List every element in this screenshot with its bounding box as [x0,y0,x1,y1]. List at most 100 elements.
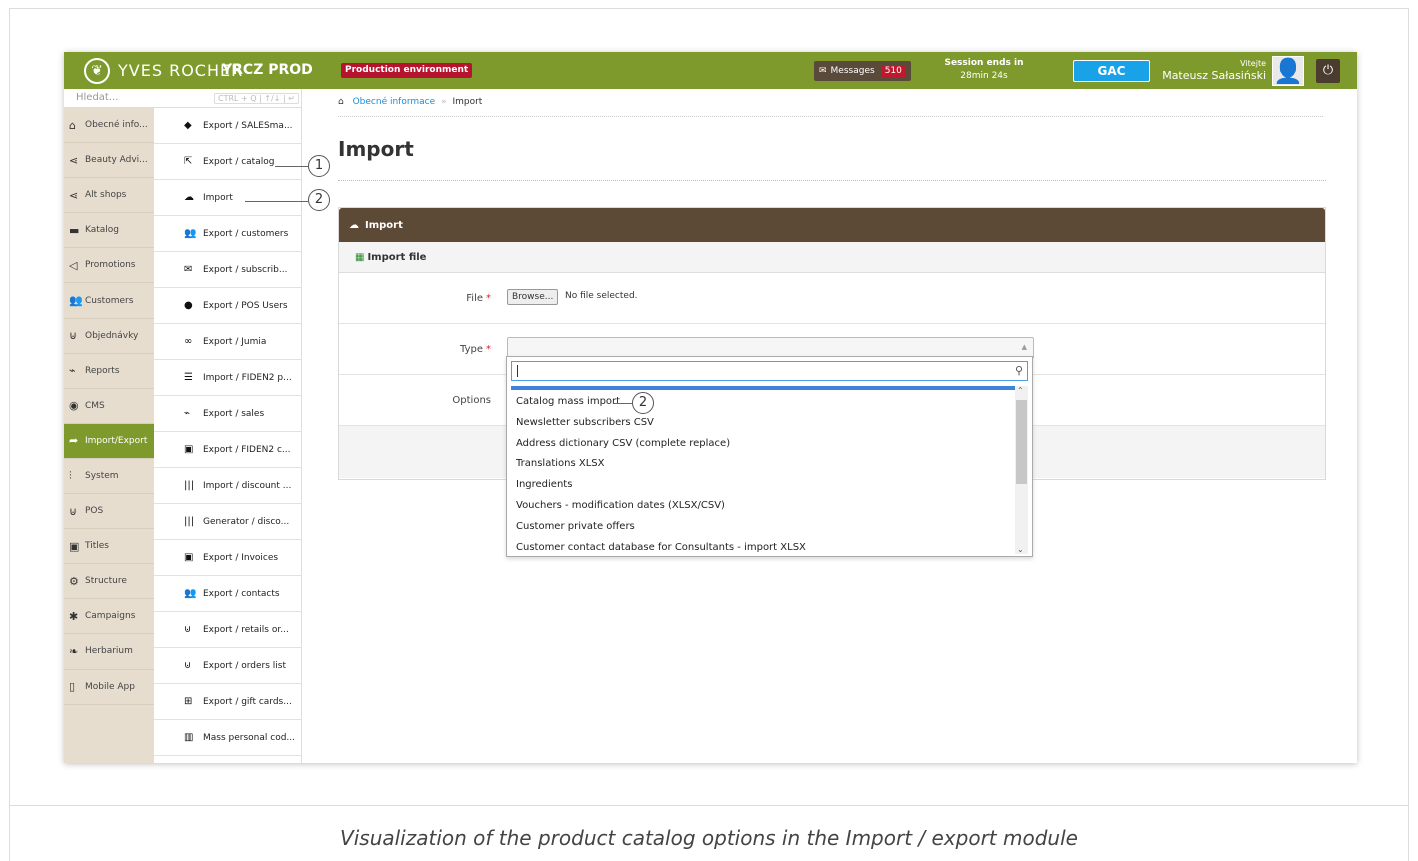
sidebar-item-import-export[interactable]: ➦ Import/Export [64,423,154,459]
gac-button[interactable]: GAC [1073,60,1150,82]
sidebar-item-titles[interactable]: ▣ Titles [64,529,154,565]
sidebar-item-label: System [85,470,119,481]
sidebar-item-promotions[interactable]: ◁ Promotions [64,248,154,284]
scrollbar-thumb[interactable] [1016,400,1027,484]
submenu-item-export-customers[interactable]: 👥 Export / customers [154,216,302,252]
file-label: File * [466,293,491,304]
text-cursor [517,365,518,377]
chevron-down-icon[interactable]: ⌄ [1017,545,1024,554]
submenu-item-export-invoices[interactable]: ▣ Export / Invoices [154,540,302,576]
envelope-icon: ✉ [819,66,827,76]
sidebar-item-herbarium[interactable]: ❧ Herbarium [64,634,154,670]
submenu-item-export-sales[interactable]: ⌁ Export / sales [154,396,302,432]
browse-button[interactable]: Browse... [507,289,559,305]
dropdown-search-input[interactable]: ⚲ [511,361,1028,381]
megaphone-icon: ◁ [69,258,78,272]
submenu-item-label: Export / FIDEN2 c... [203,444,291,455]
avatar[interactable]: 👤 [1272,56,1304,86]
submenu-item-export-jumia[interactable]: ∞ Export / Jumia [154,324,302,360]
breadcrumb-separator: » [441,97,447,107]
sidebar-item-alt-shops[interactable]: ⋖ Alt shops [64,178,154,214]
sidebar-item-beauty-advi[interactable]: ⋖ Beauty Advi... [64,143,154,179]
submenu-item-label: Export / sales [203,408,265,419]
breadcrumb-link-general-info[interactable]: Obecné informace [353,97,436,107]
user-info[interactable]: Vitejte Mateusz Sałasiński [1162,58,1266,82]
callout-line [245,201,308,202]
submenu-item-export-catalog[interactable]: ⇱ Export / catalog [154,144,302,180]
messages-button[interactable]: ✉ Messages 510 [814,61,911,81]
cloud-upload-icon: ☁ [349,219,359,231]
submenu-item-mass-personal-cod[interactable]: ▥ Mass personal cod... [154,720,302,756]
submenu-item-label: Export / customers [203,228,289,239]
chevron-up-icon[interactable]: ⌃ [1017,386,1024,395]
submenu-item-export-retails-or[interactable]: ⊍ Export / retails or... [154,612,302,648]
sidebar-item-katalog[interactable]: ▬ Katalog [64,213,154,249]
dropdown-option[interactable]: Vouchers - modification dates (XLSX/CSV) [511,496,1016,517]
cart-icon: ⊍ [69,329,78,343]
sidebar-item-system[interactable]: ⫶ System [64,459,154,495]
submenu-search-bar[interactable]: CTRL + Q | ↑/↓ | ↵ [154,89,301,108]
submenu-item-export-gift-cards[interactable]: ⊞ Export / gift cards... [154,684,302,720]
primary-sidebar: Hledat... ⌂ Obecné info... ⋖ Beauty Advi...… [64,89,154,763]
submenu-item-import-discount[interactable]: ||| Import / discount ... [154,468,302,504]
dropdown-scrollbar[interactable]: ⌃ ⌄ [1015,386,1028,554]
submenu-item-import[interactable]: ☁ Import [154,180,302,216]
session-time: 28min 24s [960,71,1008,81]
no-file-text: No file selected. [565,291,638,301]
messages-count-badge: 510 [880,65,906,77]
submenu-item-generator-disco[interactable]: ||| Generator / disco... [154,504,302,540]
sidebar-search[interactable]: Hledat... [64,89,154,108]
globe-icon: ◉ [69,399,79,413]
power-icon[interactable]: ⏻ [1316,59,1340,83]
submenu-item-export-pos-users[interactable]: ● Export / POS Users [154,288,302,324]
top-bar: ❦ YVES ROCHER YRCZ PROD Production envir… [64,52,1357,89]
sidebar-item-label: Beauty Advi... [85,155,148,166]
submenu-item-import-fiden2-p[interactable]: ☰ Import / FIDEN2 p... [154,360,302,396]
sidebar-item-pos[interactable]: ⊍ POS [64,494,154,530]
home-icon[interactable]: ⌂ [338,97,344,107]
sidebar-item-obecn-info[interactable]: ⌂ Obecné info... [64,108,154,144]
title-divider [338,180,1326,181]
sidebar-item-campaigns[interactable]: ✱ Campaigns [64,599,154,635]
submenu-item-export-subscrib[interactable]: ✉ Export / subscrib... [154,252,302,288]
submenu-item-export-fiden2-c[interactable]: ▣ Export / FIDEN2 c... [154,432,302,468]
breadcrumb-current: Import [452,97,483,107]
submenu-item-label: Export / catalog [203,156,275,167]
sliders-icon: ⫶ [69,468,72,482]
sidebar-item-label: Customers [85,295,134,306]
sidebar-item-cms[interactable]: ◉ CMS [64,389,154,424]
submenu-item-export-salesma[interactable]: ◆ Export / SALESma... [154,108,302,144]
submenu-item-export-contacts[interactable]: 👥 Export / contacts [154,576,302,612]
dropdown-option[interactable]: Customer private offers [511,517,1016,538]
search-icon: ⚲ [1014,364,1023,377]
tag-icon: ◆ [184,120,192,131]
submenu-item-export-orders-list[interactable]: ⊍ Export / orders list [154,648,302,684]
cart-icon: ⊍ [184,624,192,635]
submenu-item-label: Export / Jumia [203,336,267,347]
users-icon: 👥 [184,228,197,239]
submenu-item-label: Export / contacts [203,588,280,599]
sidebar-item-label: Katalog [85,225,120,236]
dropdown-option[interactable]: Address dictionary CSV (complete replace… [511,434,1016,455]
cart-icon: ⊍ [184,660,192,671]
sidebar-item-mobile-app[interactable]: ▯ Mobile App [64,670,154,705]
dropdown-option[interactable]: Customer contact database for Consultant… [511,538,1016,559]
sidebar-item-reports[interactable]: ⌁ Reports [64,354,154,389]
import-panel-header: ☁ Import [339,208,1325,242]
subpanel-title: Import file [367,251,427,263]
sidebar-item-objedn-vky[interactable]: ⊍ Objednávky [64,319,154,354]
sidebar-item-structure[interactable]: ⚙ Structure [64,564,154,600]
callout-line [614,403,632,404]
dropdown-option[interactable]: Catalog mass import [511,392,1016,413]
dropdown-option[interactable]: Newsletter subscribers CSV [511,413,1016,434]
callout-marker: 2 [308,189,330,211]
options-label: Options [452,395,491,406]
sidebar-item-customers[interactable]: 👥 Customers [64,283,154,319]
folder-icon: ▬ [69,223,80,237]
brand-logo[interactable]: ❦ YVES ROCHER [84,57,243,84]
dropdown-option[interactable]: Translations XLSX [511,454,1016,475]
leaf-icon: ❦ [84,57,110,84]
sidebar-item-label: Mobile App [85,681,135,692]
sidebar-item-label: Campaigns [85,611,136,622]
dropdown-option[interactable]: Ingredients [511,475,1016,496]
